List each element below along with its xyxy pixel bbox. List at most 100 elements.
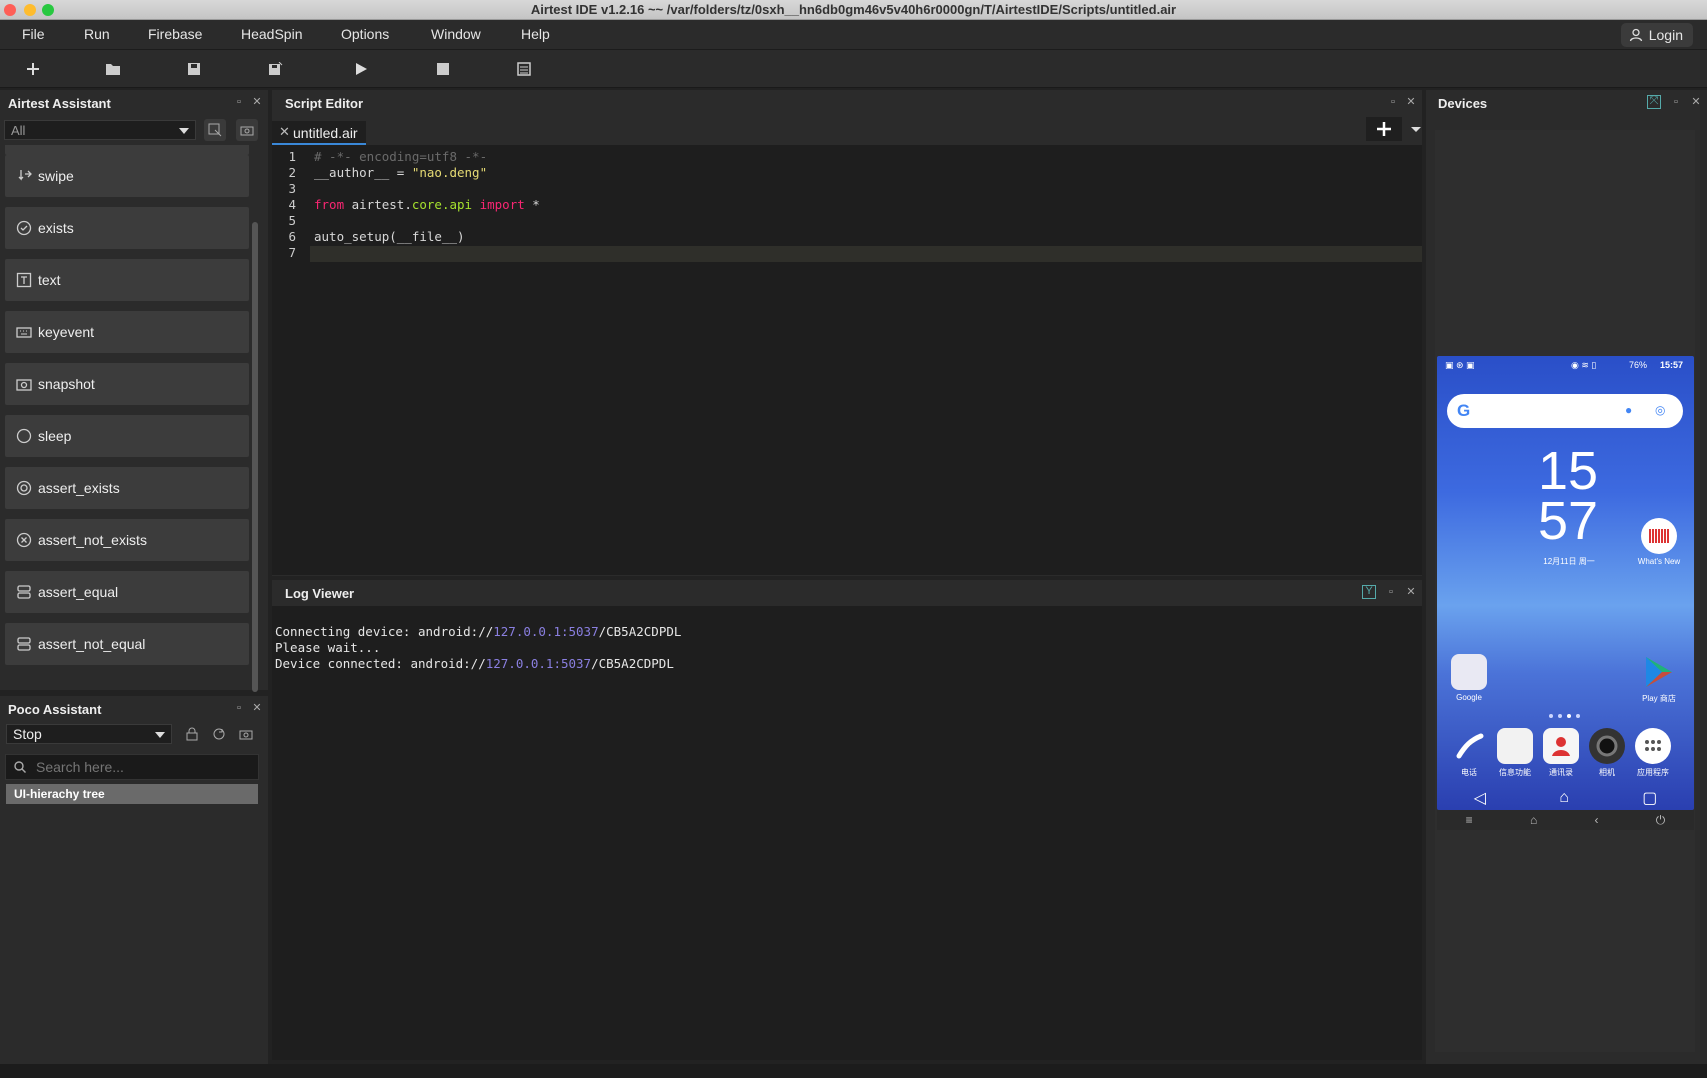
tab-untitled[interactable]: ✕ untitled.air — [272, 121, 366, 145]
log-viewer-panel: Log Viewer Y ▫ ✕ — [272, 580, 1422, 606]
code-token: airtest. — [344, 197, 412, 212]
google-folder-icon — [1451, 654, 1487, 690]
menu-icon[interactable]: ≡ — [1466, 813, 1473, 827]
save-button[interactable] — [184, 59, 204, 79]
airtest-api-snapshot[interactable]: snapshot — [5, 363, 249, 405]
poco-mode-select[interactable]: Stop — [6, 724, 172, 744]
power-icon[interactable]: ⏻ — [1656, 813, 1666, 828]
camera-app[interactable]: 相机 — [1587, 728, 1627, 778]
plus-icon — [1377, 122, 1391, 136]
line-number: 7 — [288, 245, 296, 260]
stop-button[interactable] — [433, 59, 453, 79]
recents-icon[interactable]: ▢ — [1642, 788, 1657, 808]
ui-hierarchy-tree-root[interactable]: UI-hierachy tree — [6, 784, 258, 804]
menu-file[interactable]: File — [22, 26, 45, 42]
menu-window[interactable]: Window — [431, 26, 481, 42]
airtest-api-text[interactable]: text — [5, 259, 249, 301]
login-button[interactable]: Login — [1620, 23, 1693, 47]
menu-help[interactable]: Help — [521, 26, 550, 42]
float-panel-icon[interactable]: ▫ — [1386, 587, 1396, 598]
menu-options[interactable]: Options — [341, 26, 389, 42]
filter-icon[interactable]: Y — [1362, 585, 1376, 599]
close-panel-icon[interactable]: ✕ — [1406, 587, 1416, 598]
device-settings-icon[interactable]: ⤧ — [1647, 95, 1661, 109]
close-panel-icon[interactable]: ✕ — [1691, 97, 1701, 108]
camera-icon — [1589, 728, 1625, 764]
airtest-api-exists[interactable]: exists — [5, 207, 249, 249]
close-panel-icon[interactable]: ✕ — [252, 97, 262, 108]
airtest-api-assert-not-equal[interactable]: assert_not_equal — [5, 623, 249, 665]
chevron-down-icon[interactable] — [1410, 126, 1422, 134]
code-token: core.api — [411, 197, 473, 212]
list-icon — [517, 62, 531, 76]
back-icon[interactable]: ◁ — [1474, 788, 1486, 808]
airtest-api-assert-not-exists[interactable]: assert_not_exists — [5, 519, 249, 561]
screenshot-button[interactable] — [236, 119, 258, 141]
search-icon — [14, 761, 26, 773]
app-drawer[interactable]: 应用程序 — [1633, 728, 1673, 778]
airtest-api-swipe[interactable]: swipe — [5, 155, 249, 197]
airtest-api-assert-exists[interactable]: assert_exists — [5, 467, 249, 509]
lock-button[interactable] — [181, 723, 203, 745]
list-item[interactable] — [5, 145, 249, 155]
home-icon[interactable]: ⌂ — [1559, 789, 1569, 807]
device-screen[interactable]: ▣ ⊛ ▣ ◉ ≋ ▯ 76% 15:57 G ● ◎ 15 57 12月11日… — [1437, 356, 1694, 810]
tab-label: untitled.air — [293, 125, 358, 141]
target-icon — [16, 480, 32, 496]
code-editor[interactable]: 1 # -*- encoding=utf8 -*- 2 __author__ =… — [272, 145, 1422, 575]
wifi-icon: ◉ ≋ ▯ — [1571, 360, 1597, 370]
poco-screenshot-button[interactable] — [235, 723, 257, 745]
phone-app[interactable]: 电话 — [1449, 728, 1489, 778]
float-panel-icon[interactable]: ▫ — [1671, 97, 1681, 108]
app-label: 相机 — [1599, 768, 1615, 777]
new-script-button[interactable] — [23, 59, 43, 79]
log-output[interactable]: Connecting device: android://127.0.0.1:5… — [272, 606, 1422, 1060]
airtest-assistant-header: Airtest Assistant ▫ ✕ — [0, 90, 268, 116]
float-panel-icon[interactable]: ▫ — [234, 97, 244, 108]
line-number: 6 — [288, 229, 296, 244]
text-box-icon — [16, 272, 32, 288]
search-input[interactable] — [36, 759, 236, 775]
google-folder-app[interactable]: Google — [1449, 654, 1489, 702]
folder-icon — [106, 64, 120, 75]
refresh-button[interactable] — [208, 723, 230, 745]
camera-icon — [239, 730, 253, 740]
play-store-app[interactable]: Play 商店 — [1635, 654, 1683, 704]
log-line: Please wait... — [275, 640, 381, 655]
close-tab-icon[interactable]: ✕ — [279, 124, 290, 140]
menu-firebase[interactable]: Firebase — [148, 26, 202, 42]
swipe-icon — [18, 170, 32, 181]
save-as-button[interactable] — [265, 59, 285, 79]
record-button[interactable] — [204, 119, 226, 141]
open-script-button[interactable] — [103, 59, 123, 79]
line-number: 4 — [288, 197, 296, 212]
float-panel-icon[interactable]: ▫ — [1388, 97, 1398, 108]
view-log-button[interactable] — [514, 59, 534, 79]
new-tab-button[interactable] — [1366, 117, 1402, 141]
camera-icon — [16, 379, 32, 391]
close-panel-icon[interactable]: ✕ — [252, 703, 262, 714]
api-filter-select[interactable]: All — [4, 120, 196, 140]
lens-icon: ◎ — [1655, 403, 1666, 417]
app-label: 通讯录 — [1549, 768, 1573, 777]
close-panel-icon[interactable]: ✕ — [1406, 97, 1416, 108]
poco-assistant-panel: Poco Assistant ▫ ✕ — [0, 696, 268, 1064]
airtest-list-scrollbar[interactable] — [252, 222, 258, 692]
menu-run[interactable]: Run — [84, 26, 110, 42]
messaging-app[interactable]: 信息功能 — [1495, 728, 1535, 778]
code-token: import — [472, 197, 525, 212]
float-panel-icon[interactable]: ▫ — [234, 703, 244, 714]
airtest-api-keyevent[interactable]: keyevent — [5, 311, 249, 353]
contacts-app[interactable]: 通讯录 — [1541, 728, 1581, 778]
page-indicator — [1549, 714, 1580, 718]
home-icon[interactable]: ⌂ — [1530, 813, 1537, 827]
google-search-widget[interactable]: G ● ◎ — [1447, 394, 1683, 428]
contacts-icon — [1543, 728, 1579, 764]
airtest-api-sleep[interactable]: sleep — [5, 415, 249, 457]
menu-headspin[interactable]: HeadSpin — [241, 26, 303, 42]
back-icon[interactable]: ‹ — [1595, 813, 1599, 827]
app-label: 应用程序 — [1637, 768, 1669, 777]
whats-new-app[interactable]: What's New — [1635, 518, 1683, 566]
run-button[interactable] — [351, 59, 371, 79]
airtest-api-assert-equal[interactable]: assert_equal — [5, 571, 249, 613]
